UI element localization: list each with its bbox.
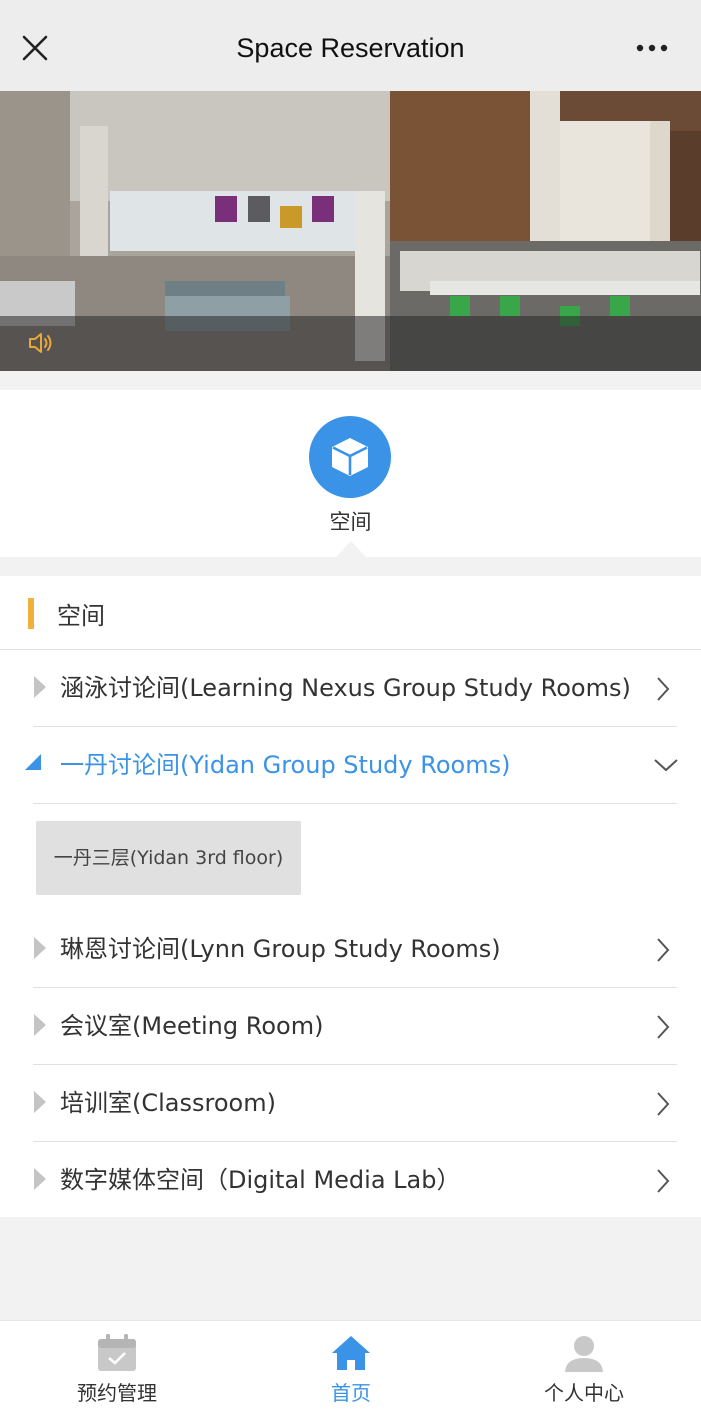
caret-right-icon <box>34 1014 46 1036</box>
cube-icon <box>309 416 391 498</box>
nav-item-reservations[interactable]: 预约管理 <box>0 1321 234 1413</box>
list-item-digital-media-lab[interactable]: 数字媒体空间（Digital Media Lab） <box>0 1142 701 1219</box>
list-item-label: 涵泳讨论间(Learning Nexus Group Study Rooms) <box>60 674 631 702</box>
list-item-label: 一丹讨论间(Yidan Group Study Rooms) <box>60 751 511 779</box>
caret-right-icon <box>34 1168 46 1190</box>
nav-label: 预约管理 <box>77 1381 157 1405</box>
home-icon <box>332 1336 370 1370</box>
space-list: 空间 涵泳讨论间(Learning Nexus Group Study Room… <box>0 576 701 1217</box>
title-bar: Space Reservation <box>0 0 701 91</box>
list-item-meeting-room[interactable]: 会议室(Meeting Room) <box>0 988 701 1065</box>
chevron-right-icon <box>657 1015 670 1039</box>
speaker-icon[interactable] <box>26 329 58 357</box>
list-item-label: 会议室(Meeting Room) <box>60 1012 324 1040</box>
calendar-check-icon <box>98 1334 136 1371</box>
chevron-right-icon <box>657 1092 670 1116</box>
chevron-right-icon <box>657 1169 670 1193</box>
nav-label: 首页 <box>331 1381 371 1405</box>
row-divider <box>33 803 677 804</box>
category-panel: 空间 <box>0 390 701 557</box>
section-accent-bar <box>28 598 34 629</box>
sub-item-yidan-3rd-floor[interactable]: 一丹三层(Yidan 3rd floor) <box>36 821 301 895</box>
list-item-label: 琳恩讨论间(Lynn Group Study Rooms) <box>60 935 501 963</box>
caret-right-icon <box>34 676 46 698</box>
banner-overlay-bar <box>0 316 701 371</box>
caret-down-icon <box>25 754 41 770</box>
list-item-label: 培训室(Classroom) <box>60 1089 276 1117</box>
category-selection-pointer <box>336 541 366 557</box>
category-label: 空间 <box>329 510 372 534</box>
more-horizontal-icon[interactable] <box>628 30 678 70</box>
user-icon <box>565 1336 603 1372</box>
caret-right-icon <box>34 937 46 959</box>
list-item-lynn[interactable]: 琳恩讨论间(Lynn Group Study Rooms) <box>0 911 701 988</box>
banner-image[interactable] <box>0 91 701 371</box>
category-space[interactable]: 空间 <box>300 416 401 536</box>
chevron-down-icon <box>654 759 678 772</box>
page-title: Space Reservation <box>236 33 465 63</box>
bottom-nav: 预约管理 首页 个人中心 <box>0 1320 701 1413</box>
nav-item-profile[interactable]: 个人中心 <box>467 1321 701 1413</box>
list-item-classroom[interactable]: 培训室(Classroom) <box>0 1065 701 1142</box>
nav-label: 个人中心 <box>544 1381 624 1405</box>
chevron-right-icon <box>657 677 670 701</box>
app-root: Space Reservation 空间 空间 涵泳讨论间(Learning N… <box>0 0 701 1413</box>
list-item-learning-nexus[interactable]: 涵泳讨论间(Learning Nexus Group Study Rooms) <box>0 650 701 727</box>
list-item-label: 数字媒体空间（Digital Media Lab） <box>60 1166 461 1194</box>
list-item-yidan[interactable]: 一丹讨论间(Yidan Group Study Rooms) <box>0 727 701 804</box>
section-header: 空间 <box>0 576 701 650</box>
section-title: 空间 <box>57 602 105 630</box>
nav-item-home[interactable]: 首页 <box>234 1321 468 1413</box>
sub-item-label: 一丹三层(Yidan 3rd floor) <box>53 847 284 869</box>
chevron-right-icon <box>657 938 670 962</box>
caret-right-icon <box>34 1091 46 1113</box>
